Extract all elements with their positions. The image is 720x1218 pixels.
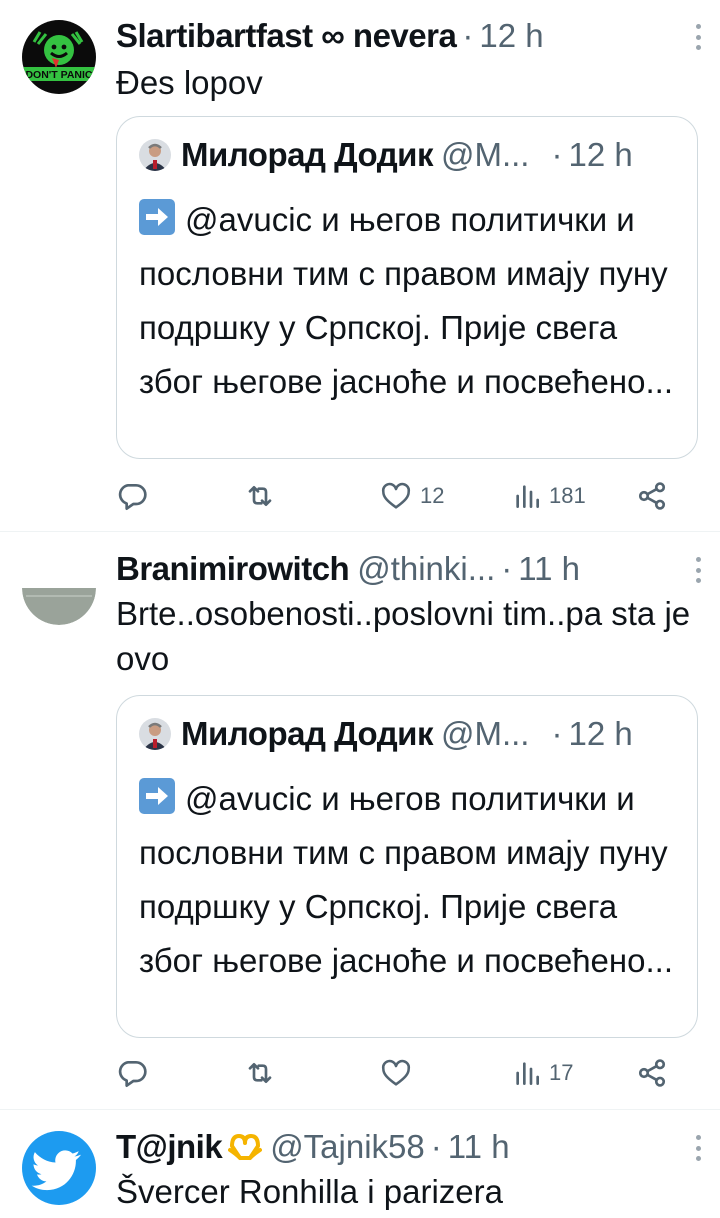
right-arrow-emoji-icon <box>139 199 175 235</box>
separator-dot: · <box>501 550 513 587</box>
tweet-text: Đes lopov <box>116 64 263 101</box>
retweet-icon <box>248 1063 272 1083</box>
reply-icon <box>118 484 147 510</box>
quoted-tweet-header: Милорад Додик @М... · 12 h <box>139 714 677 754</box>
author-name[interactable]: Slartibartfast ∞ nevera <box>116 17 457 55</box>
dont-panic-avatar-icon: DON'T PANIC <box>22 20 96 94</box>
twitter-bird-avatar-icon <box>22 1131 96 1205</box>
tweet-header: Slartibartfast ∞ nevera · 12 h <box>116 14 700 58</box>
quoted-author-name[interactable]: Милорад Додик <box>181 715 433 753</box>
avatar[interactable] <box>22 1131 96 1205</box>
views-count: 181 <box>549 483 586 508</box>
quoted-timestamp[interactable]: 12 h <box>568 136 632 174</box>
action-bar: 17 <box>116 1053 700 1093</box>
tweet-text: Švercer Ronhilla i parizera <box>116 1173 503 1210</box>
quoted-text-body: @avucic и његов политички и пословни тим… <box>139 201 673 400</box>
quoted-tweet-text: @avucic и његов политички и пословни тим… <box>139 772 679 988</box>
quoted-avatar[interactable] <box>139 139 171 171</box>
tweet[interactable]: Branimirowitch @thinki... · 11 h Brte..o… <box>0 533 720 1110</box>
share-button[interactable] <box>636 1053 668 1093</box>
right-arrow-emoji-icon <box>139 778 175 814</box>
views-icon <box>516 485 539 508</box>
like-count: 12 <box>420 483 445 508</box>
retweet-button[interactable] <box>244 476 276 516</box>
reply-icon <box>118 1061 147 1087</box>
quoted-tweet-text: @avucic и његов политички и пословни тим… <box>139 193 679 409</box>
heart-hands-emoji-icon <box>228 1132 263 1162</box>
share-button[interactable] <box>636 476 668 516</box>
tweet-header: Branimirowitch @thinki... · 11 h <box>116 547 700 591</box>
gray-avatar-icon <box>22 551 96 625</box>
heart-icon <box>381 1059 411 1086</box>
quoted-author-handle[interactable]: @М... <box>441 136 530 174</box>
views-count: 17 <box>549 1060 574 1085</box>
tweet-text: Brte..osobenosti..poslovni tim..pa sta j… <box>116 595 691 677</box>
author-name[interactable]: Branimirowitch <box>116 550 350 588</box>
quoted-timestamp[interactable]: 12 h <box>568 715 632 753</box>
tweet[interactable]: DON'T PANIC Slartibartfast ∞ nevera · 12… <box>0 0 720 532</box>
author-handle[interactable]: @thinki... <box>357 550 495 588</box>
quoted-tweet[interactable]: Милорад Додик @М... · 12 h @avucic и њег… <box>116 116 698 459</box>
views-button[interactable]: 17 <box>513 1053 573 1093</box>
separator-dot: · <box>551 136 563 173</box>
timestamp[interactable]: 11 h <box>448 1128 510 1166</box>
quoted-text-body: @avucic и његов политички и пословни тим… <box>139 780 673 979</box>
tweet[interactable]: T@jnik @Tajnik58 · 11 h Švercer Ronhilla… <box>0 1111 720 1218</box>
quoted-author-name[interactable]: Милорад Додик <box>181 136 433 174</box>
retweet-button[interactable] <box>244 1053 276 1093</box>
retweet-icon <box>248 486 272 506</box>
timestamp[interactable]: 12 h <box>479 17 543 55</box>
quoted-avatar[interactable] <box>139 718 171 750</box>
person-avatar-icon <box>139 718 171 750</box>
heart-icon <box>381 482 411 509</box>
views-button[interactable]: 181 <box>513 476 586 516</box>
person-avatar-icon <box>139 139 171 171</box>
avatar[interactable] <box>22 551 96 625</box>
reply-button[interactable] <box>116 476 148 516</box>
tweet-header: T@jnik @Tajnik58 · 11 h <box>116 1125 700 1169</box>
quoted-tweet-header: Милорад Додик @М... · 12 h <box>139 135 677 175</box>
quoted-author-handle[interactable]: @М... <box>441 715 530 753</box>
author-handle[interactable]: @Tajnik58 <box>270 1128 425 1166</box>
author-name[interactable]: T@jnik <box>116 1128 223 1166</box>
timestamp[interactable]: 11 h <box>518 550 580 588</box>
reply-button[interactable] <box>116 1053 148 1093</box>
more-options-icon[interactable] <box>694 24 702 50</box>
views-icon <box>516 1062 539 1085</box>
like-button[interactable]: 12 <box>380 476 444 516</box>
separator-dot: · <box>462 17 474 54</box>
avatar[interactable]: DON'T PANIC <box>22 20 96 94</box>
share-icon <box>638 482 666 510</box>
separator-dot: · <box>551 715 563 752</box>
like-button[interactable] <box>380 1053 412 1093</box>
separator-dot: · <box>430 1128 442 1165</box>
quoted-tweet[interactable]: Милорад Додик @М... · 12 h @avucic и њег… <box>116 695 698 1038</box>
avatar-text: DON'T PANIC <box>25 69 92 81</box>
share-icon <box>638 1059 666 1087</box>
more-options-icon[interactable] <box>694 1135 702 1161</box>
more-options-icon[interactable] <box>694 557 702 583</box>
action-bar: 12 181 <box>116 476 700 516</box>
